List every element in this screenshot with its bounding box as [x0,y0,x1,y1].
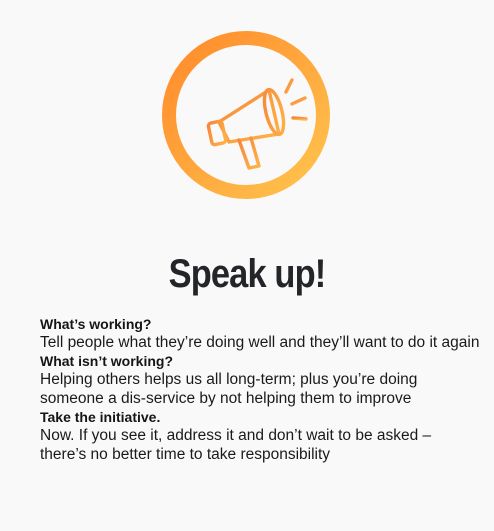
tip-heading: What’s working? [40,316,152,332]
tip-body: Now. If you see it, address it and don’t… [40,427,432,463]
megaphone-icon [162,31,330,199]
tips-list: What’s working? Tell people what they’re… [40,316,490,465]
tip-section-whats-working: What’s working? Tell people what they’re… [40,316,490,352]
megaphone-mouthpiece [206,119,228,147]
tip-section-what-isnt-working: What isn’t working? Helping others helps… [40,353,490,408]
sound-line-3 [291,116,308,121]
tip-heading: Take the initiative. [40,409,161,425]
page-title: Speak up! [168,252,327,296]
tip-body: Tell people what they’re doing well and … [40,334,480,351]
megaphone-horn [217,88,281,144]
tip-heading: What isn’t working? [40,353,173,369]
megaphone-handle [237,136,261,170]
speak-up-card: Speak up! What’s working? Tell people wh… [0,0,494,531]
sound-line-2 [290,96,307,106]
badge-ring [162,31,330,199]
tip-body: Helping others helps us all long-term; p… [40,371,418,407]
megaphone-badge [161,30,331,200]
sound-line-1 [284,78,294,94]
tip-section-take-the-initiative: Take the initiative. Now. If you see it,… [40,409,490,464]
